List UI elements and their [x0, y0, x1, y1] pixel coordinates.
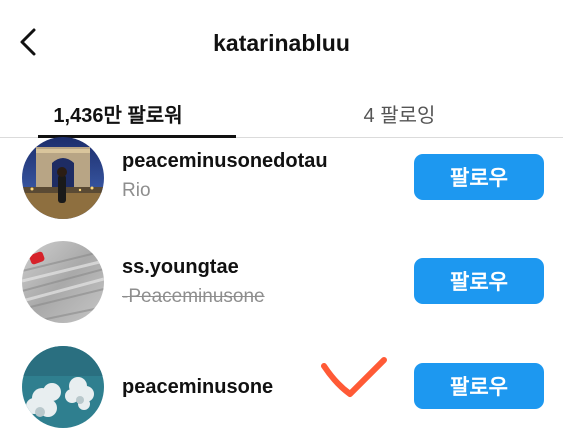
full-name: Rio: [122, 180, 151, 201]
avatar[interactable]: [22, 241, 104, 323]
profile-username-title: katarinabluu: [213, 30, 350, 56]
list-item: peaceminusonedotau Rio 팔로우: [0, 137, 563, 239]
follow-button[interactable]: 팔로우: [414, 154, 544, 200]
checkmark-icon: [321, 357, 387, 397]
tab-following[interactable]: 4 팔로잉: [236, 88, 563, 138]
abstract-photo-avatar: [22, 241, 104, 323]
follow-button[interactable]: 팔로우: [414, 258, 544, 304]
top-bar: katarinabluu: [0, 0, 563, 88]
tab-followers[interactable]: 1,436만 팔로워: [0, 88, 236, 138]
username[interactable]: peaceminusone: [122, 376, 273, 399]
list-item: ss.youngtae -Peaceminusone 팔로우: [0, 240, 563, 340]
avatar[interactable]: [22, 137, 104, 219]
clouds-photo-avatar: [22, 346, 104, 428]
full-name: -Peaceminusone: [122, 286, 265, 307]
avatar[interactable]: [22, 346, 104, 428]
username[interactable]: ss.youngtae: [122, 256, 265, 279]
follow-tabs: 1,436만 팔로워 4 팔로잉: [0, 88, 563, 138]
arch-photo-avatar: [22, 137, 104, 219]
list-item: peaceminusone 팔로우: [0, 344, 563, 437]
follow-button[interactable]: 팔로우: [414, 363, 544, 409]
username[interactable]: peaceminusonedotau: [122, 150, 328, 173]
